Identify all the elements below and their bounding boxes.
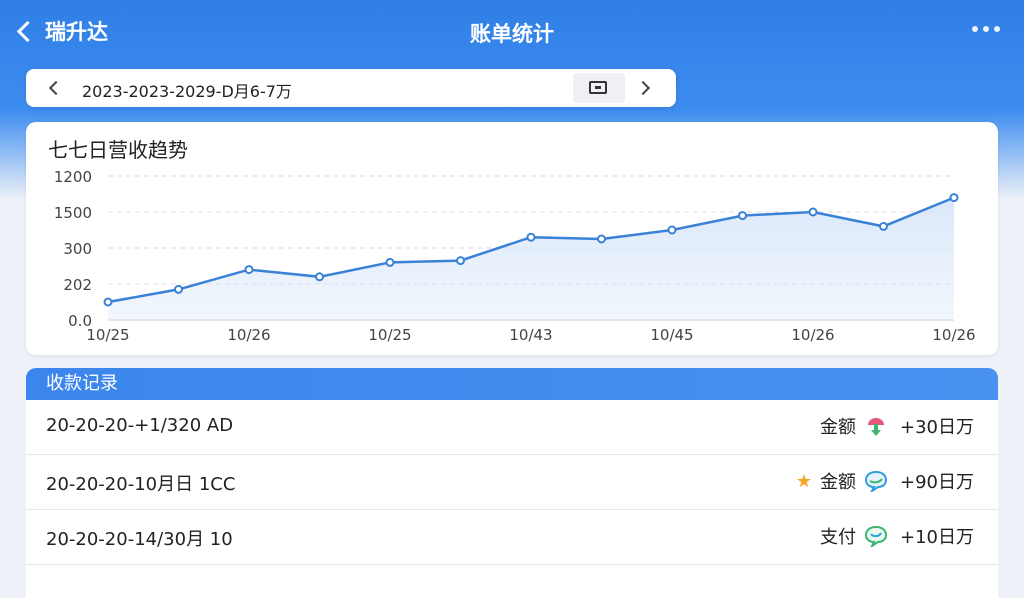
green-chat-icon xyxy=(864,525,888,547)
record-right: 支付 +10日万 xyxy=(820,523,974,549)
x-tick-label: 10/25 xyxy=(86,326,129,344)
data-point xyxy=(597,234,606,244)
data-point xyxy=(808,207,818,217)
record-right: 金额 +30日万 xyxy=(820,413,974,439)
record-row[interactable]: 20-20-20-+1/320 AD 金额 +30日万 xyxy=(26,400,998,455)
blue-chat-icon xyxy=(864,470,888,492)
revenue-trend-card: 七七日营收趋势 0.0 202 300 1500 1200 10/25 10/26 10/25… xyxy=(26,122,998,355)
next-period-button[interactable] xyxy=(638,80,654,96)
x-tick-label: 10/26 xyxy=(227,326,270,344)
star-icon: ★ xyxy=(795,470,812,492)
record-type-label: 金额 xyxy=(820,472,856,493)
x-tick-label: 10/26 xyxy=(791,326,834,344)
previous-period-button[interactable] xyxy=(46,80,62,96)
records-header: 收款记录 xyxy=(26,368,998,400)
date-range-text: 2023-2023-2029-D月6-7万 xyxy=(82,82,292,101)
data-point xyxy=(667,225,677,235)
x-tick-label: 10/45 xyxy=(650,326,693,344)
page-title: 账单统计 xyxy=(470,22,554,46)
record-text: 20-20-20-+1/320 AD xyxy=(46,415,234,436)
x-tick-label: 10/43 xyxy=(509,326,552,344)
record-amount: +90日万 xyxy=(900,472,974,493)
data-point xyxy=(456,256,465,266)
data-point xyxy=(526,232,536,242)
record-type-label: 金额 xyxy=(820,417,856,438)
y-tick-label: 300 xyxy=(63,240,92,258)
date-range-bar: 2023-2023-2029-D月6-7万 xyxy=(26,69,676,107)
record-row[interactable]: 20-20-20-14/30月 10 支付 +10日万 xyxy=(26,510,998,565)
y-tick-label: 1200 xyxy=(54,168,92,186)
top-navigation-bar: 瑞升达 账单统计 xyxy=(0,0,1024,62)
data-point xyxy=(103,297,113,307)
payment-records-card: 收款记录 20-20-20-+1/320 AD 金额 +30日万 20-20-2… xyxy=(26,368,998,598)
record-row[interactable]: 20-20-20-10月日 1CC ★ 金额 +90日万 xyxy=(26,455,998,510)
record-text: 20-20-20-10月日 1CC xyxy=(46,474,236,495)
x-tick-label: 10/26 xyxy=(932,326,975,344)
data-point xyxy=(244,265,254,275)
record-text: 20-20-20-14/30月 10 xyxy=(46,529,233,550)
record-right: ★ 金额 +90日万 xyxy=(796,468,974,494)
more-options-icon[interactable] xyxy=(972,26,1000,32)
calendar-icon xyxy=(589,81,607,94)
record-amount: +10日万 xyxy=(900,527,974,548)
record-amount: +30日万 xyxy=(900,417,974,438)
data-point xyxy=(385,257,395,267)
calendar-button[interactable] xyxy=(573,73,625,103)
y-tick-label: 1500 xyxy=(54,204,92,222)
data-point xyxy=(315,272,324,282)
data-point xyxy=(174,284,183,294)
record-type-label: 支付 xyxy=(820,527,856,548)
pink-green-arrow-icon xyxy=(868,418,884,436)
data-point xyxy=(949,193,959,203)
data-point xyxy=(879,221,888,231)
y-tick-label: 202 xyxy=(63,276,92,294)
x-tick-label: 10/25 xyxy=(368,326,411,344)
data-point xyxy=(738,211,747,221)
revenue-trend-chart: 0.02023001500120010/25 10/26 10/25 10/43 10/… xyxy=(54,168,976,344)
